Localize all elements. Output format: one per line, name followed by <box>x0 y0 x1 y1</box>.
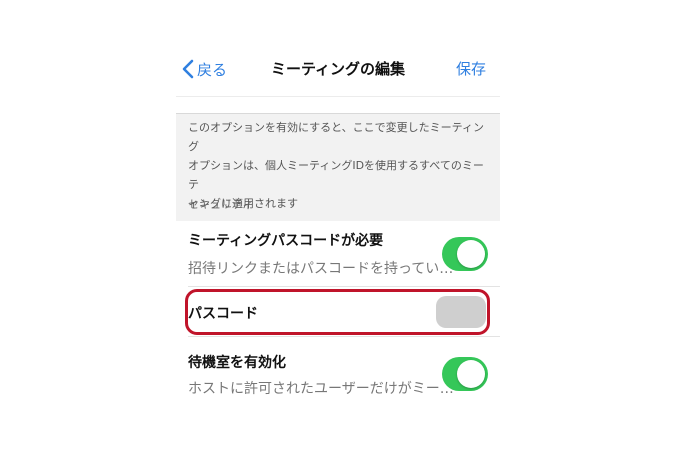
setting-row-waiting-room: 待機室を有効化 ホストに許可されたユーザーだけがミー… <box>176 337 500 400</box>
passcode-toggle[interactable] <box>436 296 486 328</box>
meeting-edit-screen: 戻る ミーティングの編集 保存 このオプションを有効にすると、ここで変更したミー… <box>176 38 500 400</box>
toggle-knob <box>457 240 485 268</box>
setting-row-passcode: パスコード <box>176 287 500 337</box>
section-header-security: セキュリティ <box>188 198 254 211</box>
setting-title: 待機室を有効化 <box>188 355 286 371</box>
page-title: ミーティングの編集 <box>270 60 406 78</box>
description-line: このオプションを有効にすると、ここで変更したミーティング <box>188 121 485 153</box>
setting-subtitle: 招待リンクまたはパスコードを持ってい… <box>188 261 454 277</box>
require-passcode-toggle[interactable] <box>442 237 488 271</box>
setting-title: パスコード <box>188 306 258 322</box>
setting-row-require-passcode: ミーティングパスコードが必要 招待リンクまたはパスコードを持ってい… <box>176 221 500 287</box>
setting-subtitle: ホストに許可されたユーザーだけがミー… <box>188 381 454 397</box>
nav-divider <box>176 96 500 114</box>
setting-title: ミーティングパスコードが必要 <box>188 233 384 249</box>
save-button[interactable]: 保存 <box>456 58 486 79</box>
toggle-knob <box>457 360 485 388</box>
navigation-bar: 戻る ミーティングの編集 保存 <box>176 38 500 96</box>
description-line: オプションは、個人ミーティングIDを使用するすべてのミーテ <box>188 159 484 191</box>
waiting-room-toggle[interactable] <box>442 357 488 391</box>
